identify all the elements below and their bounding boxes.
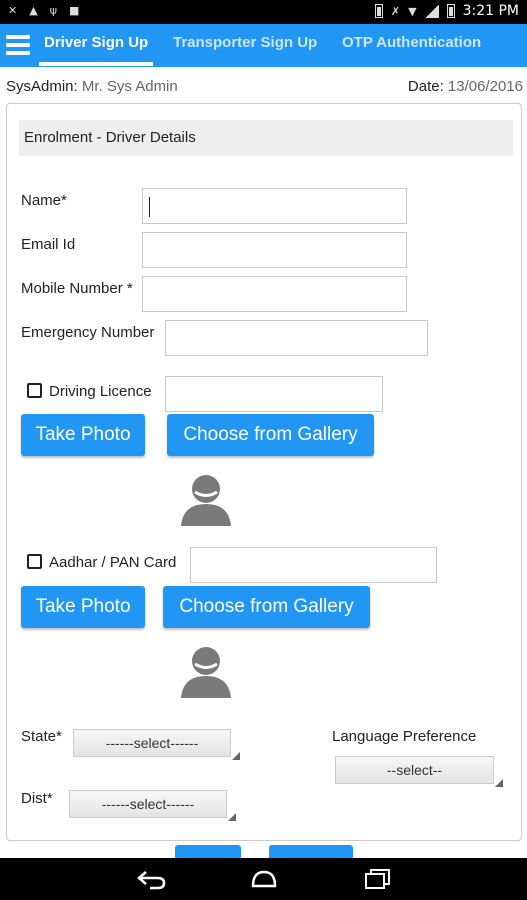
avatar-placeholder-icon	[181, 475, 231, 526]
signal-icon	[424, 4, 439, 18]
battery-level-icon	[446, 4, 455, 18]
avatar-placeholder-icon	[181, 647, 231, 698]
sysadmin-value: Mr. Sys Admin	[81, 78, 178, 95]
dropdown-corner-icon	[228, 813, 236, 821]
warning-icon: ▲	[29, 4, 38, 17]
date-label: Date:	[407, 78, 444, 95]
take-photo-button[interactable]: Take Photo	[21, 414, 145, 456]
take-photo-button-aadhar[interactable]: Take Photo	[21, 586, 145, 628]
status-bar: ✕ ▲ ψ ■ ✗ ▼ 3:21 PM	[0, 0, 527, 24]
usb-icon: ψ	[49, 4, 57, 17]
tab-driver-sign-up[interactable]: Driver Sign Up	[44, 34, 148, 51]
name-label: Name*	[21, 192, 67, 209]
back-icon[interactable]	[136, 868, 168, 890]
notification-icon: ✕	[8, 4, 18, 17]
email-field[interactable]	[142, 232, 407, 268]
email-label: Email Id	[21, 236, 76, 253]
battery-icon	[374, 4, 383, 18]
aadhar-label: Aadhar / PAN Card	[49, 554, 177, 571]
aadhar-field[interactable]	[190, 547, 437, 583]
sysadmin-info: SysAdmin: Mr. Sys Admin	[6, 78, 178, 95]
mobile-field[interactable]	[142, 276, 407, 312]
tab-transporter-sign-up[interactable]: Transporter Sign Up	[173, 34, 317, 51]
emergency-field[interactable]	[165, 320, 428, 356]
text-cursor	[149, 197, 150, 217]
dist-select[interactable]: ------select------	[69, 790, 236, 821]
aadhar-checkbox[interactable]	[27, 554, 42, 569]
app-bar: Driver Sign Up Transporter Sign Up OTP A…	[0, 24, 527, 67]
date-value: 13/06/2016	[447, 78, 523, 95]
state-label: State*	[21, 728, 62, 745]
tab-otp-authentication[interactable]: OTP Authentication	[342, 34, 481, 51]
sysadmin-label: SysAdmin:	[6, 78, 78, 95]
menu-icon[interactable]	[6, 35, 30, 55]
home-icon[interactable]	[248, 868, 280, 890]
mute-icon: ✗	[390, 4, 401, 18]
choose-from-gallery-button[interactable]: Choose from Gallery	[167, 414, 374, 456]
language-select-value: --select--	[386, 762, 443, 778]
dropdown-corner-icon	[232, 752, 240, 760]
choose-from-gallery-button-aadhar[interactable]: Choose from Gallery	[163, 586, 370, 628]
dist-label: Dist*	[21, 790, 53, 807]
navigation-bar	[0, 858, 527, 900]
state-select-value: ------select------	[105, 735, 199, 751]
recent-apps-icon[interactable]	[362, 868, 394, 890]
form-header: Enrolment - Driver Details	[19, 120, 513, 156]
active-tab-indicator	[39, 62, 153, 66]
dropdown-corner-icon	[495, 779, 503, 787]
dist-select-value: ------select------	[101, 796, 195, 812]
name-field[interactable]	[142, 188, 407, 224]
driving-licence-label: Driving Licence	[49, 383, 152, 400]
clock: 3:21 PM	[462, 3, 519, 19]
language-preference-label: Language Preference	[332, 728, 477, 745]
wifi-icon: ▼	[408, 4, 417, 18]
mobile-label: Mobile Number *	[21, 280, 133, 297]
driving-licence-field[interactable]	[165, 376, 383, 412]
driving-licence-checkbox[interactable]	[27, 383, 42, 398]
date-info: Date: 13/06/2016	[408, 78, 523, 95]
emergency-label: Emergency Number	[21, 324, 155, 341]
driver-details-form: Enrolment - Driver Details Name* Email I…	[6, 103, 522, 841]
language-select[interactable]: --select--	[335, 756, 503, 787]
state-select[interactable]: ------select------	[73, 729, 240, 760]
image-icon: ■	[68, 4, 80, 17]
